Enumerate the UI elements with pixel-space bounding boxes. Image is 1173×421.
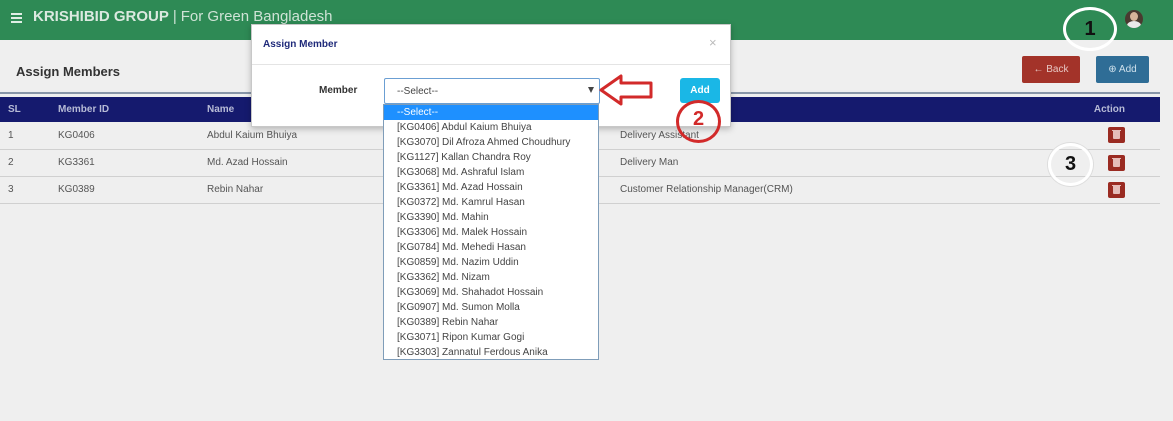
back-button[interactable]: ← Back — [1022, 56, 1080, 83]
brand-name: KRISHIBID GROUP — [33, 8, 169, 25]
dropdown-option[interactable]: [KG3362] Md. Nizam — [384, 270, 598, 285]
cell-sl: 3 — [0, 176, 50, 204]
back-button-label: Back — [1046, 64, 1069, 75]
dropdown-option[interactable]: [KG0859] Md. Nazim Uddin — [384, 255, 598, 270]
modal-header: Assign Member × — [252, 25, 730, 65]
dropdown-option[interactable]: [KG0389] Rebin Nahar — [384, 315, 598, 330]
user-avatar[interactable] — [1125, 10, 1143, 28]
dropdown-option[interactable]: [KG3361] Md. Azad Hossain — [384, 180, 598, 195]
dropdown-option[interactable]: --Select-- — [384, 105, 598, 120]
red-arrow-annotation — [599, 74, 653, 106]
cell-member-id: KG3361 — [50, 149, 199, 177]
annotation-marker-3: 3 — [1048, 143, 1093, 186]
cell-role: Customer Relationship Manager(CRM) — [612, 176, 1006, 204]
cell-role: Delivery Man — [612, 149, 1006, 177]
add-member-button[interactable]: ⊕ Add — [1096, 56, 1149, 83]
dropdown-option[interactable]: [KG0372] Md. Kamrul Hasan — [384, 195, 598, 210]
annotation-marker-2: 2 — [676, 100, 721, 143]
cell-sl: 2 — [0, 149, 50, 177]
member-select[interactable]: --Select-- — [384, 78, 600, 104]
arrow-left-icon: ← — [1033, 64, 1044, 75]
caret-down-icon — [588, 87, 594, 93]
cell-sl: 1 — [0, 122, 50, 150]
dropdown-option[interactable]: [KG3070] Dil Afroza Ahmed Choudhury — [384, 135, 598, 150]
column-header-sl: SL — [0, 97, 50, 122]
plus-circle-icon: ⊕ — [1108, 64, 1117, 75]
trash-icon[interactable] — [1108, 127, 1125, 144]
dropdown-option[interactable]: [KG0406] Abdul Kaium Bhuiya — [384, 120, 598, 135]
dropdown-option[interactable]: [KG3306] Md. Malek Hossain — [384, 225, 598, 240]
member-select-value: --Select-- — [397, 86, 439, 97]
member-dropdown-list[interactable]: --Select-- [KG0406] Abdul Kaium Bhuiya [… — [383, 104, 599, 360]
annotation-marker-1: 1 — [1063, 7, 1117, 51]
page-title: Assign Members — [16, 64, 121, 79]
member-field-label: Member — [319, 85, 358, 96]
trash-icon[interactable] — [1108, 181, 1125, 198]
dropdown-option[interactable]: [KG0784] Md. Mehedi Hasan — [384, 240, 598, 255]
close-icon[interactable]: × — [709, 35, 717, 50]
brand[interactable]: KRISHIBID GROUP | For Green Bangladesh — [33, 8, 333, 25]
dropdown-option[interactable]: [KG1127] Kallan Chandra Roy — [384, 150, 598, 165]
brand-tagline: For Green Bangladesh — [180, 8, 333, 25]
dropdown-option[interactable]: [KG3068] Md. Ashraful Islam — [384, 165, 598, 180]
add-button-label: Add — [1118, 64, 1137, 75]
column-header-member-id: Member ID — [50, 97, 199, 122]
cell-member-id: KG0389 — [50, 176, 199, 204]
brand-separator: | — [172, 8, 177, 25]
modal-title: Assign Member — [263, 39, 338, 50]
dropdown-option[interactable]: [KG3390] Md. Mahin — [384, 210, 598, 225]
hamburger-icon[interactable] — [11, 13, 22, 23]
dropdown-option[interactable]: [KG3071] Ripon Kumar Gogi — [384, 330, 598, 345]
trash-icon[interactable] — [1108, 154, 1125, 171]
cell-member-id: KG0406 — [50, 122, 199, 150]
dropdown-option[interactable]: [KG0907] Md. Sumon Molla — [384, 300, 598, 315]
cell-action — [1005, 122, 1160, 150]
dropdown-option[interactable]: [KG3303] Zannatul Ferdous Anika — [384, 345, 598, 360]
column-header-action: Action — [1005, 97, 1160, 122]
dropdown-option[interactable]: [KG3069] Md. Shahadot Hossain — [384, 285, 598, 300]
